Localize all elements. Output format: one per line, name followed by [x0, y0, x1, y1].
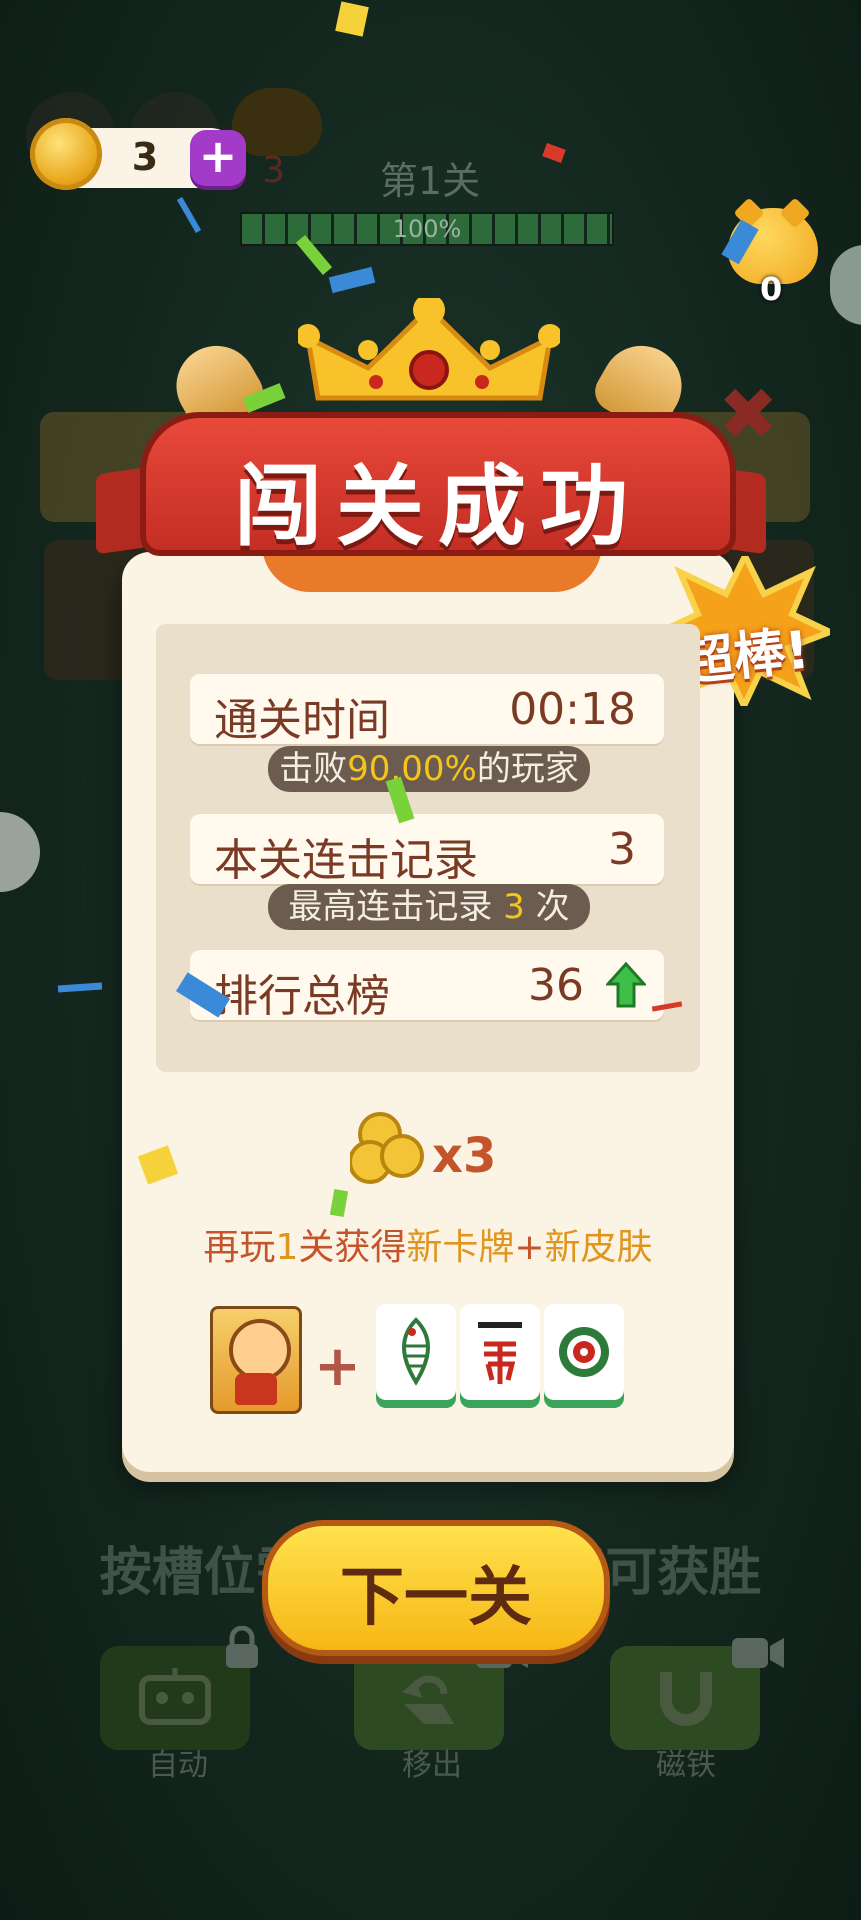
bird-tile-icon — [402, 1317, 430, 1386]
robot-icon — [139, 1668, 211, 1725]
progress-text: 100% — [392, 215, 462, 243]
mahjong-tile-wan — [460, 1304, 540, 1400]
stat-value: 3 — [608, 824, 636, 875]
confetti — [57, 982, 103, 993]
mahjong-tile-circle — [544, 1304, 624, 1400]
combo-prefix: 最高连击记录 — [288, 887, 493, 927]
beat-prefix: 击败 — [279, 749, 348, 789]
unlock-count: 1 — [275, 1227, 299, 1268]
piggy-bank-right-count: 0 — [760, 270, 783, 308]
tool-auto-label: 自动 — [148, 1748, 208, 1783]
unlock-plus: + — [514, 1227, 545, 1268]
confetti — [542, 143, 566, 163]
rank-up-arrow-icon — [606, 962, 646, 1008]
side-settings-icon[interactable] — [0, 812, 40, 892]
video-icon — [730, 1632, 786, 1672]
close-icon[interactable]: ✖ — [718, 378, 778, 450]
beat-percent-pill: 击败90.00%的玩家 — [268, 746, 590, 792]
magnet-icon — [660, 1672, 712, 1726]
title-ribbon: 闯关成功 — [140, 412, 736, 558]
stat-label: 通关时间 — [214, 695, 390, 746]
next-level-button[interactable]: 下一关 — [262, 1520, 610, 1656]
stat-row-time: 通关时间 00:18 — [190, 674, 664, 746]
unlock-text: 再玩1关获得新卡牌+新皮肤 — [122, 1218, 734, 1270]
confetti — [335, 1, 369, 37]
side-toggle-icon[interactable] — [830, 245, 861, 325]
stat-row-rank: 排行总榜 36 — [190, 950, 664, 1022]
stat-label: 排行总榜 — [214, 971, 390, 1022]
undo-icon — [402, 1675, 454, 1724]
stat-value: 36 — [528, 960, 584, 1011]
beat-value: 90.00% — [347, 749, 477, 789]
unlock-item1: 新卡牌 — [406, 1227, 515, 1268]
tool-remove-label: 移出 — [402, 1748, 462, 1783]
beat-suffix: 的玩家 — [476, 749, 579, 789]
plus-sign: + — [314, 1334, 361, 1399]
confetti — [328, 266, 376, 294]
circle-tile-icon — [559, 1327, 609, 1377]
piggy-bank-count: 3 — [262, 150, 285, 191]
stat-row-combo: 本关连击记录 3 — [190, 814, 664, 886]
coin-icon — [30, 118, 102, 190]
coin-count: 3 — [131, 135, 159, 179]
unlock-prefix: 再玩 — [203, 1227, 276, 1268]
max-combo-pill: 最高连击记录 3 次 — [268, 884, 590, 930]
stat-label: 本关连击记录 — [214, 835, 478, 886]
level-title: 第1关 — [379, 159, 481, 203]
confetti — [176, 197, 202, 233]
add-coins-button[interactable]: + — [190, 130, 246, 186]
unlock-mid: 关获得 — [298, 1227, 407, 1268]
dialog-title: 闯关成功 — [233, 455, 642, 558]
monkey-body — [235, 1373, 277, 1405]
lock-icon — [222, 1625, 262, 1670]
crown-icon — [298, 298, 560, 401]
unlock-item2: 新皮肤 — [544, 1227, 653, 1268]
tool-magnet-label: 磁铁 — [656, 1748, 716, 1783]
combo-suffix: 次 — [535, 887, 570, 927]
monkey-face — [229, 1319, 291, 1381]
mahjong-tile-bird — [376, 1304, 456, 1400]
next-level-label: 下一关 — [340, 1561, 532, 1635]
pig-ear — [779, 197, 811, 229]
wan-tile-icon — [478, 1322, 522, 1384]
coins-stack-icon — [350, 1112, 424, 1184]
monkey-skin-card — [210, 1306, 302, 1414]
stat-value: 00:18 — [509, 684, 636, 735]
reward-multiplier: x3 — [432, 1128, 497, 1184]
combo-value: 3 — [503, 887, 525, 927]
